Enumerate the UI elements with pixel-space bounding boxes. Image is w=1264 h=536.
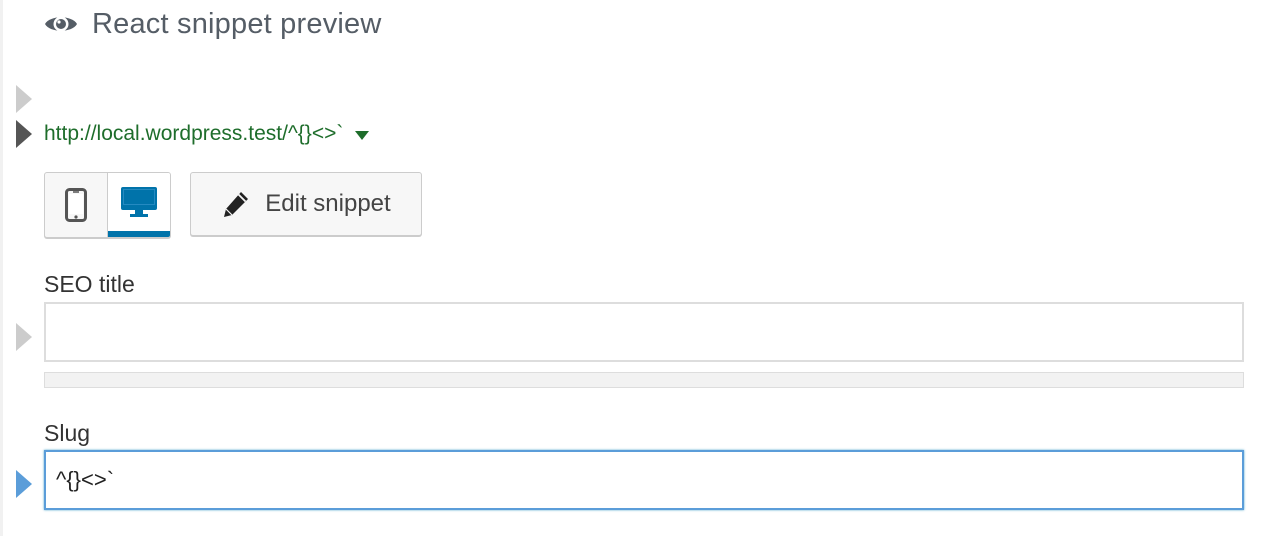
slug-input[interactable] (44, 450, 1244, 510)
desktop-monitor-icon (121, 187, 157, 217)
edit-snippet-button[interactable]: Edit snippet (190, 172, 422, 236)
active-mode-indicator (108, 231, 170, 237)
url-dropdown-icon[interactable] (355, 130, 370, 140)
left-border (0, 0, 3, 536)
seo-title-length-bar (44, 372, 1244, 388)
caret-indicator-focused (16, 470, 32, 498)
mobile-preview-button[interactable] (45, 173, 108, 237)
snippet-url-row[interactable]: http://local.wordpress.test/^{}<>` (44, 118, 370, 150)
seo-title-input[interactable] (44, 302, 1244, 362)
seo-title-label: SEO title (44, 271, 135, 297)
desktop-preview-button[interactable] (108, 173, 170, 237)
mobile-phone-icon (65, 188, 87, 222)
eye-icon (45, 16, 77, 32)
slug-label: Slug (44, 420, 91, 446)
edit-snippet-label: Edit snippet (265, 190, 391, 217)
section-header: React snippet preview (44, 4, 382, 44)
caret-indicator (16, 323, 32, 351)
snippet-url[interactable]: http://local.wordpress.test/^{}<>` (44, 122, 343, 146)
section-title: React snippet preview (92, 7, 382, 40)
caret-indicator-active (16, 120, 32, 148)
pencil-icon (224, 192, 249, 217)
caret-indicator (16, 85, 32, 113)
preview-mode-switcher (44, 172, 171, 238)
